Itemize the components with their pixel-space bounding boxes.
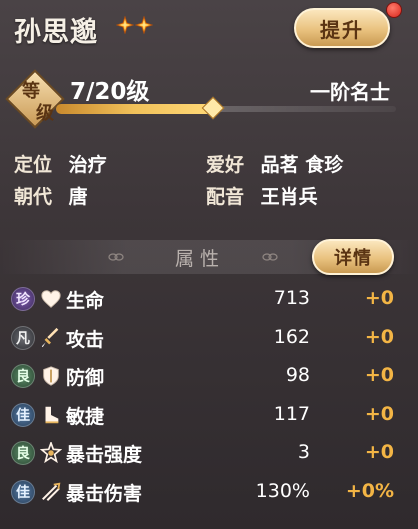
star-icon bbox=[116, 16, 134, 34]
role-label: 定位 bbox=[14, 154, 53, 176]
dynasty-value: 唐 bbox=[68, 186, 88, 208]
attribute-name: 攻击 bbox=[66, 328, 105, 351]
hobby-label: 爱好 bbox=[206, 154, 245, 176]
dynasty-info: 朝代 唐 bbox=[14, 182, 88, 209]
attribute-bonus: +0 bbox=[364, 441, 394, 463]
attribute-row: 凡 攻击 162 +0 bbox=[0, 322, 418, 358]
attribute-row: 佳 敏捷 117 +0 bbox=[0, 399, 418, 435]
attribute-name: 生命 bbox=[66, 290, 105, 312]
progress-marker bbox=[202, 96, 225, 120]
attribute-row: 珍 生命 713 +0 bbox=[0, 283, 418, 319]
attribute-bonus: +0 bbox=[364, 364, 394, 386]
notification-dot bbox=[386, 2, 402, 18]
progress-fill bbox=[56, 104, 213, 114]
attribute-row: 良 暴击强度 3 +0 bbox=[0, 437, 418, 473]
attribute-name: 敏捷 bbox=[66, 405, 105, 428]
attribute-row: 佳 暴击伤害 130% +0% bbox=[0, 476, 418, 512]
hobby-info: 爱好 品茗 食珍 bbox=[206, 150, 343, 177]
attribute-bonus: +0 bbox=[364, 402, 394, 425]
attribute-name: 防御 bbox=[66, 367, 105, 389]
attribute-value: 98 bbox=[285, 364, 310, 386]
role-info: 定位 治疗 bbox=[14, 150, 107, 177]
attribute-row: 良 防御 98 +0 bbox=[0, 360, 418, 396]
shield-icon bbox=[40, 365, 62, 387]
attribute-value: 117 bbox=[273, 402, 310, 425]
grade-badge: 珍 bbox=[11, 287, 35, 311]
dynasty-label: 朝代 bbox=[14, 186, 53, 208]
attribute-value: 130% bbox=[255, 479, 310, 502]
title-row: 孙思邈 提升 bbox=[0, 0, 418, 60]
grade-badge: 良 bbox=[11, 364, 35, 388]
heart-icon bbox=[40, 288, 62, 310]
star-icon bbox=[135, 16, 153, 34]
attribute-bonus: +0% bbox=[345, 479, 394, 502]
hero-info: 定位 治疗 爱好 品茗 食珍 朝代 唐 配音 王肖兵 bbox=[0, 140, 418, 210]
attribute-bonus: +0 bbox=[364, 287, 394, 309]
attributes-title: 属性 bbox=[174, 248, 225, 270]
upgrade-button[interactable]: 提升 bbox=[294, 8, 390, 48]
crit-star-icon bbox=[40, 442, 62, 464]
attributes-header: 属性 详情 bbox=[0, 239, 418, 275]
grade-badge: 佳 bbox=[11, 479, 35, 504]
attribute-value: 162 bbox=[273, 325, 310, 348]
hero-rank: 一阶名士 bbox=[310, 80, 390, 104]
voice-value: 王肖兵 bbox=[260, 186, 318, 208]
star-rating bbox=[116, 16, 153, 34]
hero-level: 7/20级 bbox=[70, 79, 150, 105]
ornament-icon bbox=[262, 253, 278, 261]
grade-badge: 良 bbox=[11, 441, 35, 465]
hero-name: 孙思邈 bbox=[14, 17, 98, 48]
ornament-icon bbox=[108, 253, 124, 261]
crit-slash-icon bbox=[40, 481, 62, 503]
boot-icon bbox=[40, 404, 62, 426]
level-badge-char-bottom: 级 bbox=[36, 103, 54, 124]
hobby-value: 品茗 食珍 bbox=[260, 154, 344, 176]
attribute-name: 暴击伤害 bbox=[66, 482, 143, 505]
detail-button[interactable]: 详情 bbox=[312, 239, 394, 275]
role-value: 治疗 bbox=[68, 154, 107, 176]
sword-icon bbox=[40, 327, 62, 349]
attribute-value: 3 bbox=[297, 441, 310, 463]
voice-info: 配音 王肖兵 bbox=[206, 182, 318, 209]
level-badge-text: 等 级 bbox=[14, 75, 62, 124]
grade-badge: 凡 bbox=[11, 325, 35, 350]
attribute-bonus: +0 bbox=[364, 325, 394, 348]
voice-label: 配音 bbox=[206, 186, 245, 208]
level-progress-bar bbox=[56, 96, 396, 120]
attribute-name: 暴击强度 bbox=[66, 444, 143, 466]
attribute-value: 713 bbox=[273, 287, 310, 309]
grade-badge: 佳 bbox=[11, 402, 35, 427]
